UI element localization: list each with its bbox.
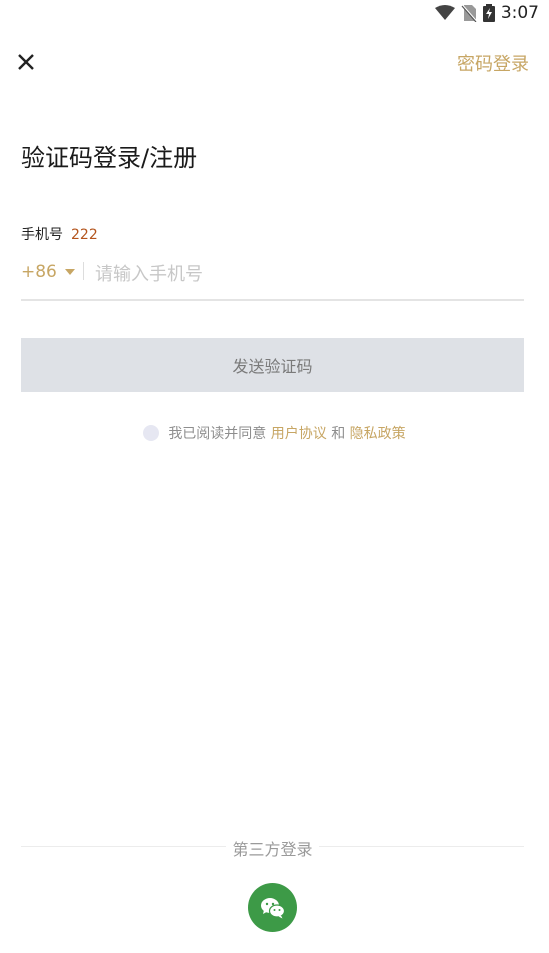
phone-input[interactable]: [93, 258, 517, 290]
agreement-and: 和: [331, 426, 346, 442]
divider: [83, 262, 84, 280]
close-icon: [18, 54, 34, 70]
country-code-value: +86: [21, 262, 57, 282]
agree-checkbox[interactable]: [143, 425, 160, 441]
country-code-selector[interactable]: +86: [21, 262, 75, 282]
close-button[interactable]: [15, 50, 39, 74]
user-agreement-link[interactable]: 用户协议: [271, 423, 327, 443]
agreement-row: 我已阅读并同意 用户协议 和 隐私政策: [0, 423, 549, 443]
send-code-button[interactable]: 发送验证码: [21, 338, 524, 392]
wechat-icon: [260, 897, 285, 918]
phone-label: 手机号: [21, 227, 63, 243]
status-bar: 3:07: [0, 0, 549, 28]
status-time: 3:07: [500, 3, 539, 23]
third-party-login-divider: 第三方登录: [21, 836, 524, 860]
wifi-icon: [434, 5, 455, 20]
phone-label-note: 222: [71, 227, 98, 243]
password-login-link[interactable]: 密码登录: [457, 50, 529, 76]
phone-label-row: 手机号 222: [21, 224, 98, 244]
wechat-login-button[interactable]: [248, 883, 297, 932]
phone-input-row: +86: [21, 258, 524, 301]
agreement-prefix: 我已阅读并同意: [168, 426, 267, 442]
caret-down-icon: [64, 269, 75, 275]
page-title: 验证码登录/注册: [21, 144, 198, 172]
privacy-policy-link[interactable]: 隐私政策: [350, 423, 406, 443]
third-party-login-label: 第三方登录: [21, 836, 524, 860]
battery-charging-icon: [482, 4, 495, 22]
status-icons: 3:07: [434, 3, 539, 23]
no-sim-icon: [461, 4, 477, 22]
